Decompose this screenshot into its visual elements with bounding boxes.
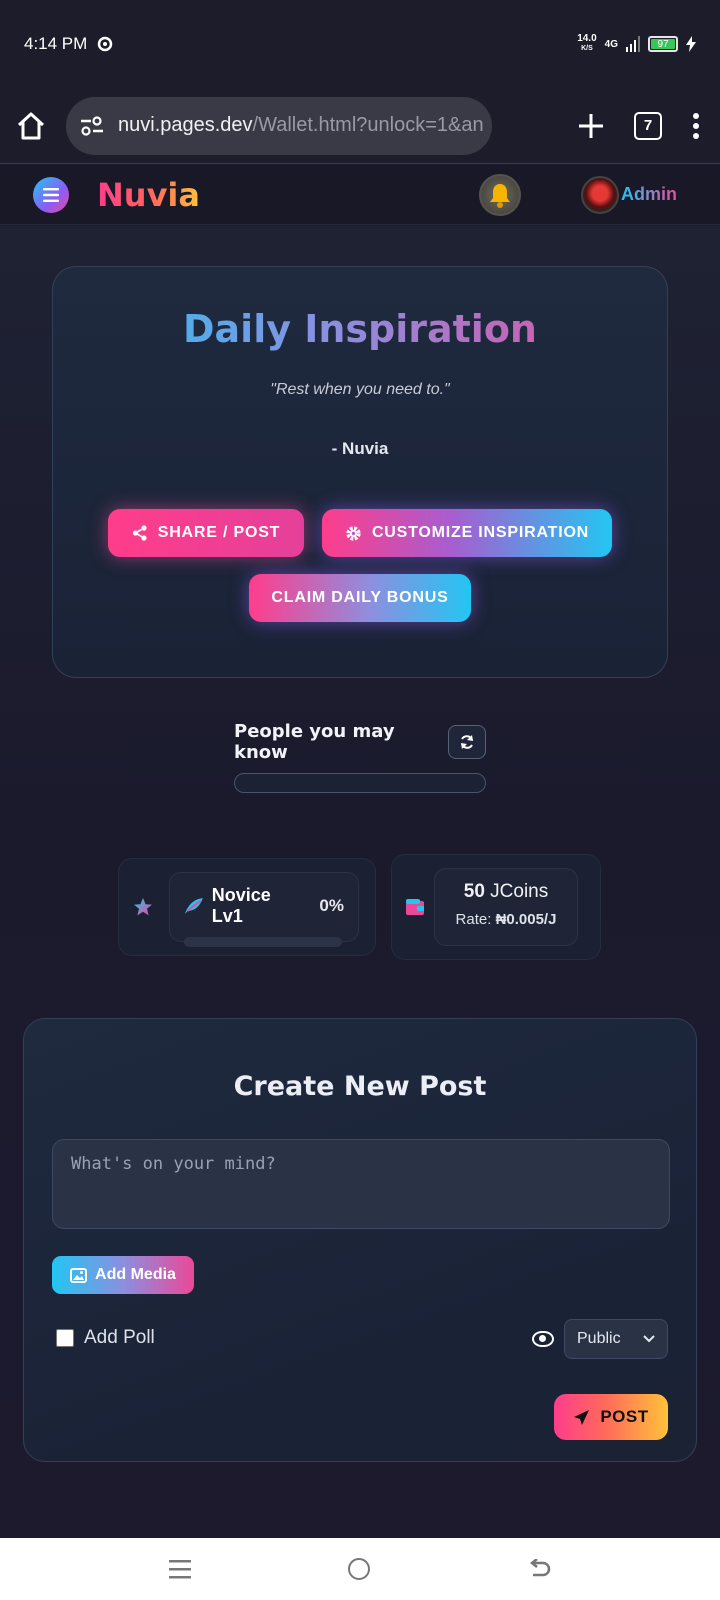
new-tab-icon[interactable]	[578, 113, 604, 139]
send-icon	[574, 1409, 590, 1425]
share-post-button[interactable]: Share / Post	[108, 509, 304, 557]
url-bar[interactable]: nuvi.pages.dev/Wallet.html?unlock=1&an	[66, 96, 492, 155]
wallet-icon	[406, 899, 424, 915]
level-progress: Novice Lv1 0%	[169, 872, 359, 947]
share-icon	[132, 525, 147, 541]
url-path: /Wallet.html?unlock=1&an	[252, 114, 484, 136]
user-menu[interactable]: Admin	[581, 175, 677, 214]
daily-inspiration-card: Daily Inspiration "Rest when you need to…	[52, 266, 668, 678]
rate-label: Rate:	[455, 911, 492, 928]
suggestions-loading-bar	[234, 773, 486, 793]
create-post-card: Create New Post Add Media Add Poll Publi…	[23, 1018, 697, 1462]
bell-icon	[490, 183, 510, 208]
charging-icon	[686, 36, 696, 52]
inspiration-author: - Nuvia	[331, 439, 389, 458]
add-media-button[interactable]: Add Media	[52, 1256, 194, 1294]
eye-icon	[532, 1331, 554, 1347]
inspiration-title: Daily Inspiration	[53, 307, 667, 351]
level-card: Novice Lv1 0%	[118, 858, 376, 956]
net-speed: 14.0 K/S	[577, 33, 597, 53]
refresh-suggestions-button[interactable]	[447, 725, 486, 759]
add-poll-checkbox[interactable]	[56, 1329, 74, 1347]
system-nav-bar	[0, 1538, 720, 1600]
rate-value: ₦0.005/J	[495, 911, 557, 928]
claim-daily-bonus-button[interactable]: Claim Daily Bonus	[249, 574, 471, 622]
battery-icon: 97	[648, 36, 678, 52]
image-icon	[70, 1267, 88, 1283]
gear-icon	[346, 525, 361, 541]
menu-button[interactable]	[33, 176, 69, 213]
more-menu-icon[interactable]	[692, 112, 700, 139]
signal-icon	[626, 36, 640, 52]
chevron-down-icon	[643, 1335, 655, 1343]
post-text-input[interactable]	[52, 1139, 670, 1229]
coin-balance: 50 JCoins Rate: ₦0.005/J	[434, 868, 578, 946]
url-host: nuvi.pages.dev	[118, 114, 253, 136]
level-label: Novice Lv1	[211, 885, 271, 926]
browser-toolbar: nuvi.pages.dev/Wallet.html?unlock=1&an 7	[0, 88, 720, 164]
network-label: 4G	[604, 38, 618, 50]
recent-apps-icon[interactable]	[168, 1559, 191, 1579]
star-icon	[134, 898, 152, 916]
site-settings-icon[interactable]	[80, 115, 104, 137]
level-progress-bar	[184, 937, 342, 947]
home-nav-icon[interactable]	[347, 1558, 370, 1580]
post-button[interactable]: POST	[554, 1394, 668, 1440]
inspiration-quote: "Rest when you need to."	[270, 381, 450, 398]
status-bar: 4:14 PM 14.0 K/S 4G 97	[0, 0, 720, 88]
people-heading: People you may know	[234, 721, 395, 763]
avatar	[581, 175, 619, 214]
user-label: Admin	[621, 184, 677, 204]
feather-icon	[184, 898, 203, 914]
visibility-select[interactable]: Public	[564, 1319, 668, 1359]
home-icon[interactable]	[16, 111, 46, 141]
status-time: 4:14 PM	[24, 34, 88, 53]
wallet-card[interactable]: 50 JCoins Rate: ₦0.005/J	[391, 854, 601, 960]
coin-unit: JCoins	[490, 881, 549, 902]
sync-icon	[97, 36, 113, 52]
people-you-may-know: People you may know	[234, 721, 486, 793]
refresh-icon	[460, 735, 473, 749]
coin-amount: 50	[463, 881, 485, 902]
main-content: Daily Inspiration "Rest when you need to…	[0, 226, 720, 1538]
add-poll-label: Add Poll	[84, 1327, 155, 1348]
level-percent: 0%	[319, 896, 344, 915]
customize-inspiration-button[interactable]: Customize Inspiration	[322, 509, 612, 557]
add-poll-option[interactable]: Add Poll	[56, 1327, 155, 1349]
hamburger-icon	[43, 187, 59, 202]
visibility-control: Public	[532, 1319, 668, 1359]
brand-logo[interactable]: Nuvia	[97, 176, 200, 214]
create-post-title: Create New Post	[233, 1071, 487, 1102]
tab-switcher-button[interactable]: 7	[634, 111, 662, 140]
back-icon[interactable]	[527, 1559, 551, 1579]
notification-bell-button[interactable]	[479, 173, 521, 216]
app-header: Nuvia Admin	[0, 165, 720, 225]
